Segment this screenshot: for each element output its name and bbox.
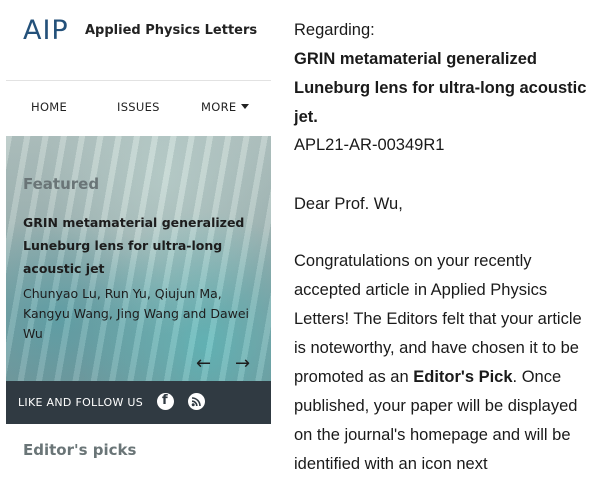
featured-label: Featured [23, 175, 100, 193]
journal-name[interactable]: Applied Physics Letters [85, 23, 257, 38]
letter-panel: Regarding: GRIN metamaterial generalized… [294, 0, 594, 484]
follow-bar: LIKE AND FOLLOW US f [6, 381, 271, 424]
rss-glyph [191, 397, 201, 407]
aip-logo[interactable]: AIP [23, 15, 69, 46]
nav-home[interactable]: HOME [31, 100, 67, 114]
editors-pick-emphasis: Editor's Pick [413, 368, 513, 386]
follow-label: LIKE AND FOLLOW US [18, 396, 144, 409]
nav-issues[interactable]: ISSUES [117, 100, 160, 114]
arrow-left-icon[interactable]: ← [196, 354, 211, 374]
journal-header: AIP Applied Physics Letters [6, 0, 271, 80]
caret-down-icon [241, 104, 250, 109]
arrow-right-icon[interactable]: → [235, 354, 250, 374]
letter-salutation: Dear Prof. Wu, [294, 195, 403, 213]
main-nav: HOME ISSUES MORE [6, 81, 271, 136]
editors-picks-heading: Editor's picks [23, 441, 137, 459]
featured-article-title[interactable]: GRIN metamaterial generalized Luneburg l… [23, 211, 258, 280]
letter-body: Congratulations on your recently accepte… [294, 247, 594, 479]
featured-carousel[interactable]: Featured GRIN metamaterial generalized L… [6, 136, 271, 381]
journal-page-panel: AIP Applied Physics Letters HOME ISSUES … [6, 0, 271, 484]
featured-article-authors: Chunyao Lu, Run Yu, Qiujun Ma, Kangyu Wa… [23, 286, 250, 341]
facebook-icon[interactable]: f [157, 393, 174, 410]
letter-regarding: Regarding: [294, 21, 375, 39]
nav-more-label: MORE [201, 100, 237, 114]
letter-body-start: Congratulations on your recently accepte… [294, 252, 582, 386]
facebook-glyph: f [162, 393, 168, 408]
letter-manuscript-id: APL21-AR-00349R1 [294, 136, 445, 154]
rss-icon[interactable] [188, 393, 205, 410]
nav-more[interactable]: MORE [201, 100, 250, 114]
letter-article-title: GRIN metamaterial generalized Luneburg l… [294, 50, 587, 126]
